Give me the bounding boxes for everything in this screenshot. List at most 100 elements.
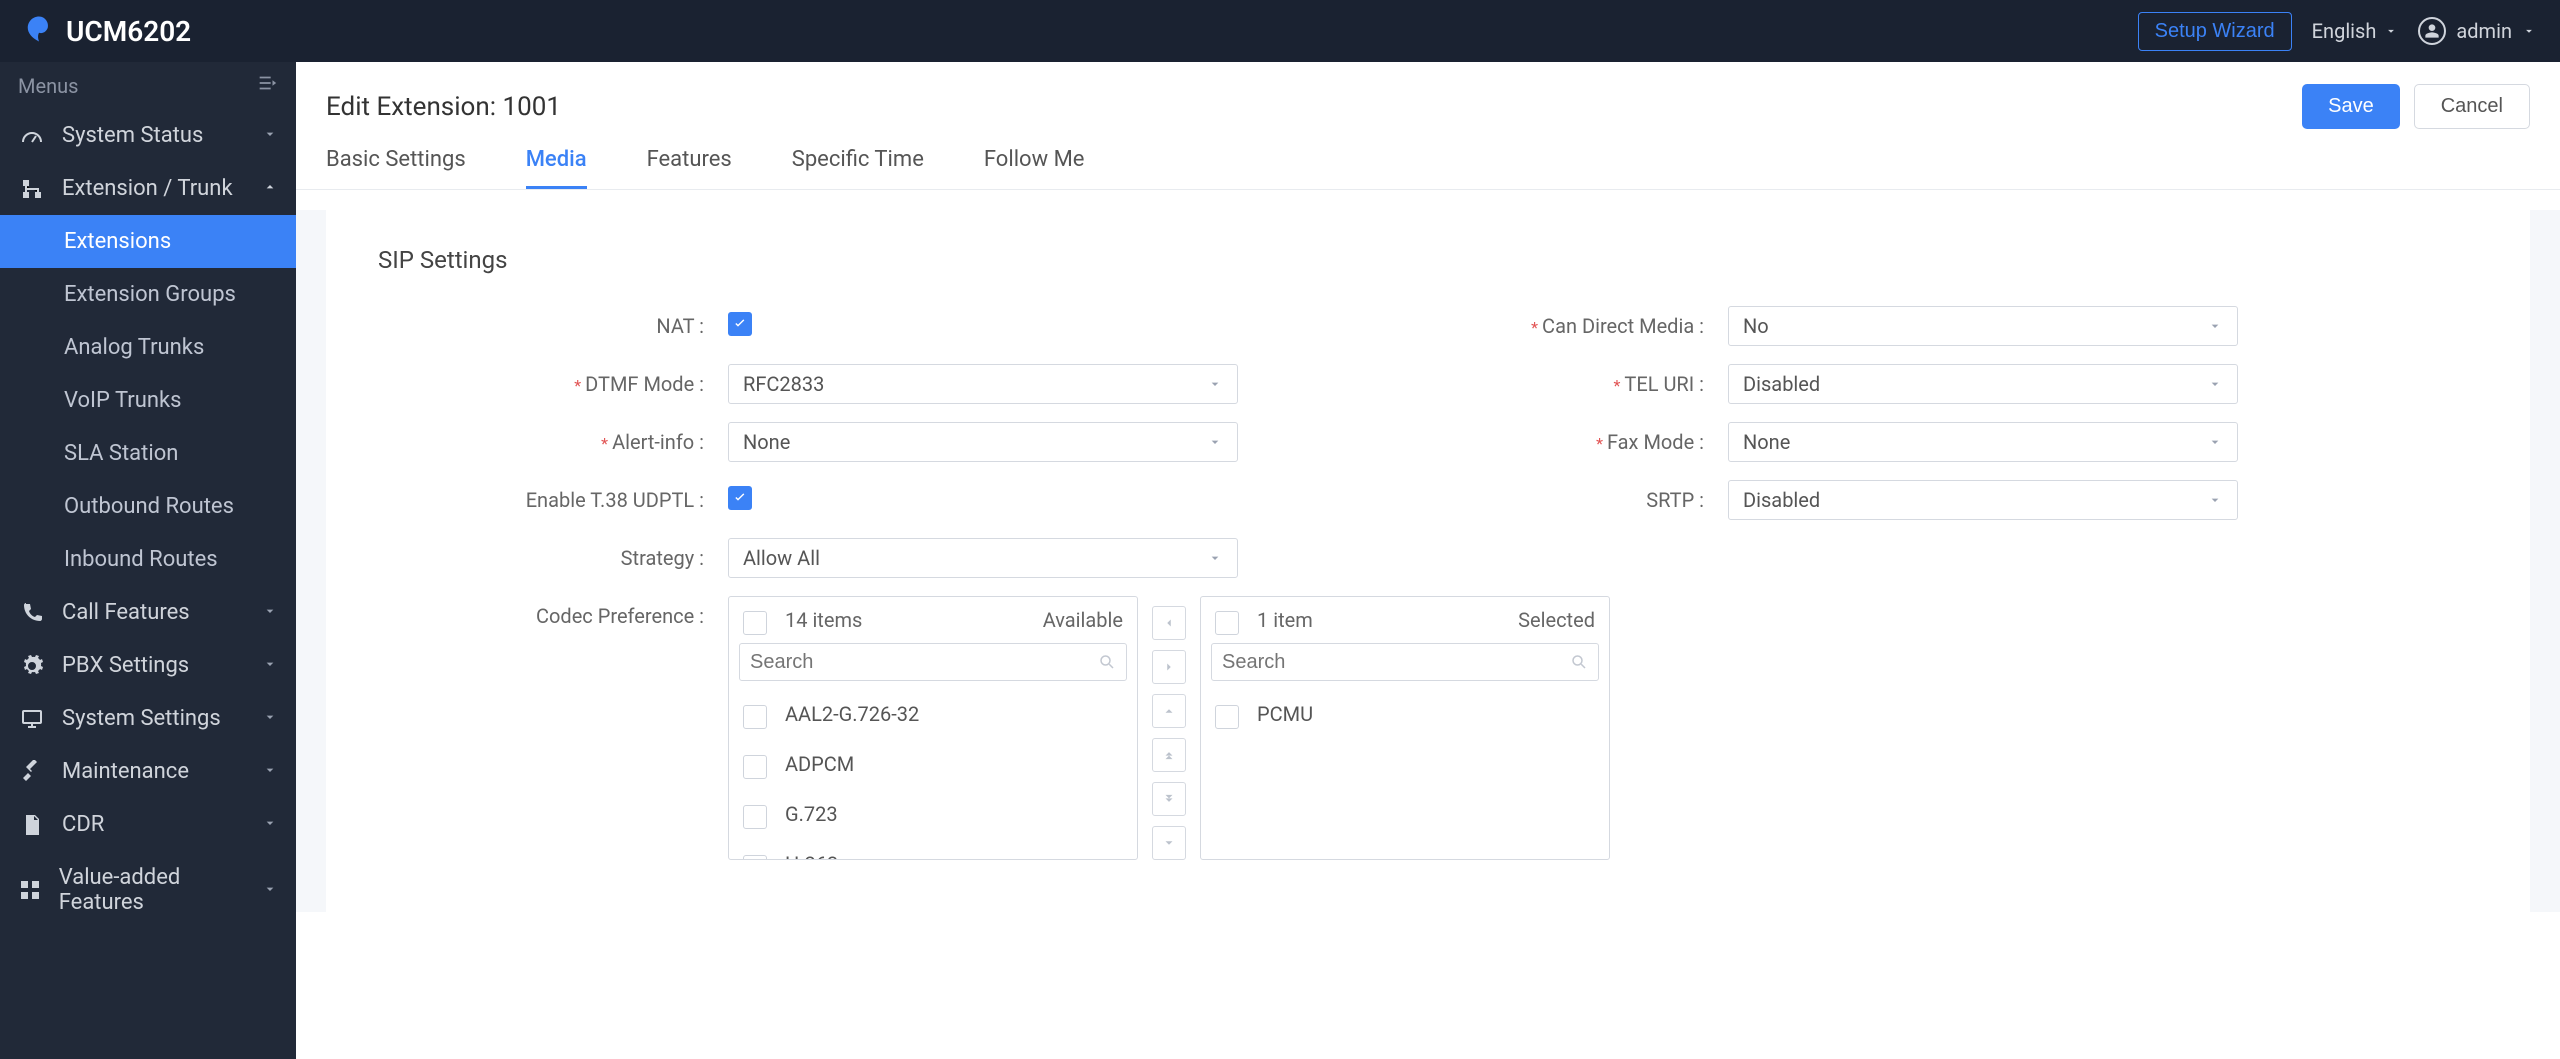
checkbox[interactable] bbox=[1215, 705, 1239, 729]
sidebar-item-call-features[interactable]: Call Features bbox=[0, 586, 296, 639]
transfer-selected-search[interactable] bbox=[1211, 643, 1599, 681]
tab-follow-me[interactable]: Follow Me bbox=[984, 147, 1085, 189]
fax-mode-label: Fax Mode : bbox=[1607, 430, 1704, 454]
enable-t38-checkbox[interactable] bbox=[728, 486, 752, 510]
strategy-select[interactable]: Allow All bbox=[728, 538, 1238, 578]
sidebar-subitem-extensions[interactable]: Extensions bbox=[0, 215, 296, 268]
sidebar-item-pbx-settings[interactable]: PBX Settings bbox=[0, 639, 296, 692]
chevron-down-icon bbox=[262, 123, 278, 148]
sidebar-subitem-inbound-routes[interactable]: Inbound Routes bbox=[0, 533, 296, 586]
cancel-button[interactable]: Cancel bbox=[2414, 84, 2530, 129]
sidebar-item-system-settings[interactable]: System Settings bbox=[0, 692, 296, 745]
transfer-item[interactable]: G.723 bbox=[729, 789, 1137, 839]
chevron-down-icon bbox=[262, 600, 278, 625]
transfer-available-search-input[interactable] bbox=[750, 651, 1098, 674]
brand-logo-icon bbox=[24, 14, 54, 49]
srtp-select[interactable]: Disabled bbox=[1728, 480, 2238, 520]
chevron-down-icon bbox=[2207, 434, 2223, 450]
transfer-item[interactable]: H.263 bbox=[729, 839, 1137, 859]
page-header: Edit Extension: 1001 Save Cancel bbox=[296, 62, 2560, 129]
dashboard-icon bbox=[18, 124, 46, 148]
chevron-up-icon bbox=[262, 176, 278, 201]
gear-icon bbox=[18, 654, 46, 678]
search-icon bbox=[1570, 653, 1588, 671]
transfer-selected-list[interactable]: PCMU bbox=[1201, 689, 1609, 859]
chevron-down-icon bbox=[2207, 492, 2223, 508]
chevron-down-icon bbox=[1207, 434, 1223, 450]
sidebar-subitem-outbound-routes[interactable]: Outbound Routes bbox=[0, 480, 296, 533]
codec-pref-label: Codec Preference : bbox=[378, 596, 728, 628]
transfer-move-left-button[interactable] bbox=[1152, 606, 1186, 640]
tab-media[interactable]: Media bbox=[526, 147, 587, 189]
sidebar-item-value-added[interactable]: Value-added Features bbox=[0, 851, 296, 929]
save-button[interactable]: Save bbox=[2302, 84, 2400, 129]
transfer-selected-selectall[interactable] bbox=[1215, 611, 1239, 635]
transfer-item[interactable]: AAL2-G.726-32 bbox=[729, 689, 1137, 739]
transfer-item[interactable]: ADPCM bbox=[729, 739, 1137, 789]
network-icon bbox=[18, 177, 46, 201]
collapse-menu-icon[interactable] bbox=[256, 72, 278, 99]
monitor-icon bbox=[18, 707, 46, 731]
alert-info-select[interactable]: None bbox=[728, 422, 1238, 462]
transfer-available-box: 14 items Available AAL2-G.726-32 bbox=[728, 596, 1138, 860]
dtmf-mode-label: DTMF Mode : bbox=[585, 372, 704, 396]
sidebar: Menus System Status Extension / Trunk Ex… bbox=[0, 62, 296, 1059]
chevron-down-icon bbox=[2384, 24, 2398, 38]
tab-basic-settings[interactable]: Basic Settings bbox=[326, 147, 466, 189]
sidebar-subitem-extension-groups[interactable]: Extension Groups bbox=[0, 268, 296, 321]
strategy-label: Strategy : bbox=[378, 538, 728, 570]
sidebar-subitem-analog-trunks[interactable]: Analog Trunks bbox=[0, 321, 296, 374]
transfer-available-search[interactable] bbox=[739, 643, 1127, 681]
language-label: English bbox=[2312, 19, 2377, 43]
sidebar-item-maintenance[interactable]: Maintenance bbox=[0, 745, 296, 798]
transfer-item[interactable]: PCMU bbox=[1201, 689, 1609, 739]
can-direct-media-select[interactable]: No bbox=[1728, 306, 2238, 346]
fax-mode-select[interactable]: None bbox=[1728, 422, 2238, 462]
transfer-move-top-button[interactable] bbox=[1152, 738, 1186, 772]
transfer-move-up-button[interactable] bbox=[1152, 694, 1186, 728]
user-name: admin bbox=[2456, 19, 2512, 43]
sidebar-item-label: PBX Settings bbox=[62, 653, 189, 678]
setup-wizard-button[interactable]: Setup Wizard bbox=[2138, 12, 2292, 51]
tab-specific-time[interactable]: Specific Time bbox=[792, 147, 924, 189]
dtmf-mode-select[interactable]: RFC2833 bbox=[728, 364, 1238, 404]
tab-features[interactable]: Features bbox=[647, 147, 732, 189]
language-selector[interactable]: English bbox=[2312, 19, 2399, 43]
chevron-down-icon bbox=[262, 878, 278, 903]
transfer-selected-search-input[interactable] bbox=[1222, 651, 1570, 674]
chevron-down-icon bbox=[262, 653, 278, 678]
main: Edit Extension: 1001 Save Cancel Basic S… bbox=[296, 62, 2560, 1059]
transfer-selected-count: 1 item bbox=[1257, 608, 1313, 632]
chevron-down-icon bbox=[1207, 550, 1223, 566]
transfer-move-down-button[interactable] bbox=[1152, 826, 1186, 860]
user-menu[interactable]: admin bbox=[2418, 17, 2536, 45]
brand: UCM6202 bbox=[24, 14, 191, 49]
chevron-down-icon bbox=[262, 706, 278, 731]
checkbox[interactable] bbox=[743, 705, 767, 729]
sidebar-subitem-voip-trunks[interactable]: VoIP Trunks bbox=[0, 374, 296, 427]
sidebar-item-cdr[interactable]: CDR bbox=[0, 798, 296, 851]
nat-checkbox[interactable] bbox=[728, 312, 752, 336]
tel-uri-select[interactable]: Disabled bbox=[1728, 364, 2238, 404]
sidebar-item-extension-trunk[interactable]: Extension / Trunk bbox=[0, 162, 296, 215]
transfer-available-selectall[interactable] bbox=[743, 611, 767, 635]
checkbox[interactable] bbox=[743, 855, 767, 859]
codec-transfer: 14 items Available AAL2-G.726-32 bbox=[728, 596, 2378, 860]
sidebar-subitem-sla-station[interactable]: SLA Station bbox=[0, 427, 296, 480]
sip-settings-panel: SIP Settings NAT : *Can Direct Media : bbox=[326, 210, 2530, 912]
sidebar-item-system-status[interactable]: System Status bbox=[0, 109, 296, 162]
sidebar-item-label: CDR bbox=[62, 812, 104, 837]
sidebar-item-label: Value-added Features bbox=[59, 865, 246, 915]
menus-header: Menus bbox=[0, 62, 296, 109]
transfer-move-right-button[interactable] bbox=[1152, 650, 1186, 684]
transfer-move-bottom-button[interactable] bbox=[1152, 782, 1186, 816]
document-icon bbox=[18, 813, 46, 837]
sidebar-item-label: Extension / Trunk bbox=[62, 176, 233, 201]
checkbox[interactable] bbox=[743, 805, 767, 829]
transfer-selected-label: Selected bbox=[1518, 608, 1595, 632]
checkbox[interactable] bbox=[743, 755, 767, 779]
phone-icon bbox=[18, 601, 46, 625]
tabs: Basic Settings Media Features Specific T… bbox=[296, 129, 2560, 190]
page-title: Edit Extension: 1001 bbox=[326, 92, 561, 122]
transfer-available-list[interactable]: AAL2-G.726-32 ADPCM G.723 H.263 bbox=[729, 689, 1137, 859]
